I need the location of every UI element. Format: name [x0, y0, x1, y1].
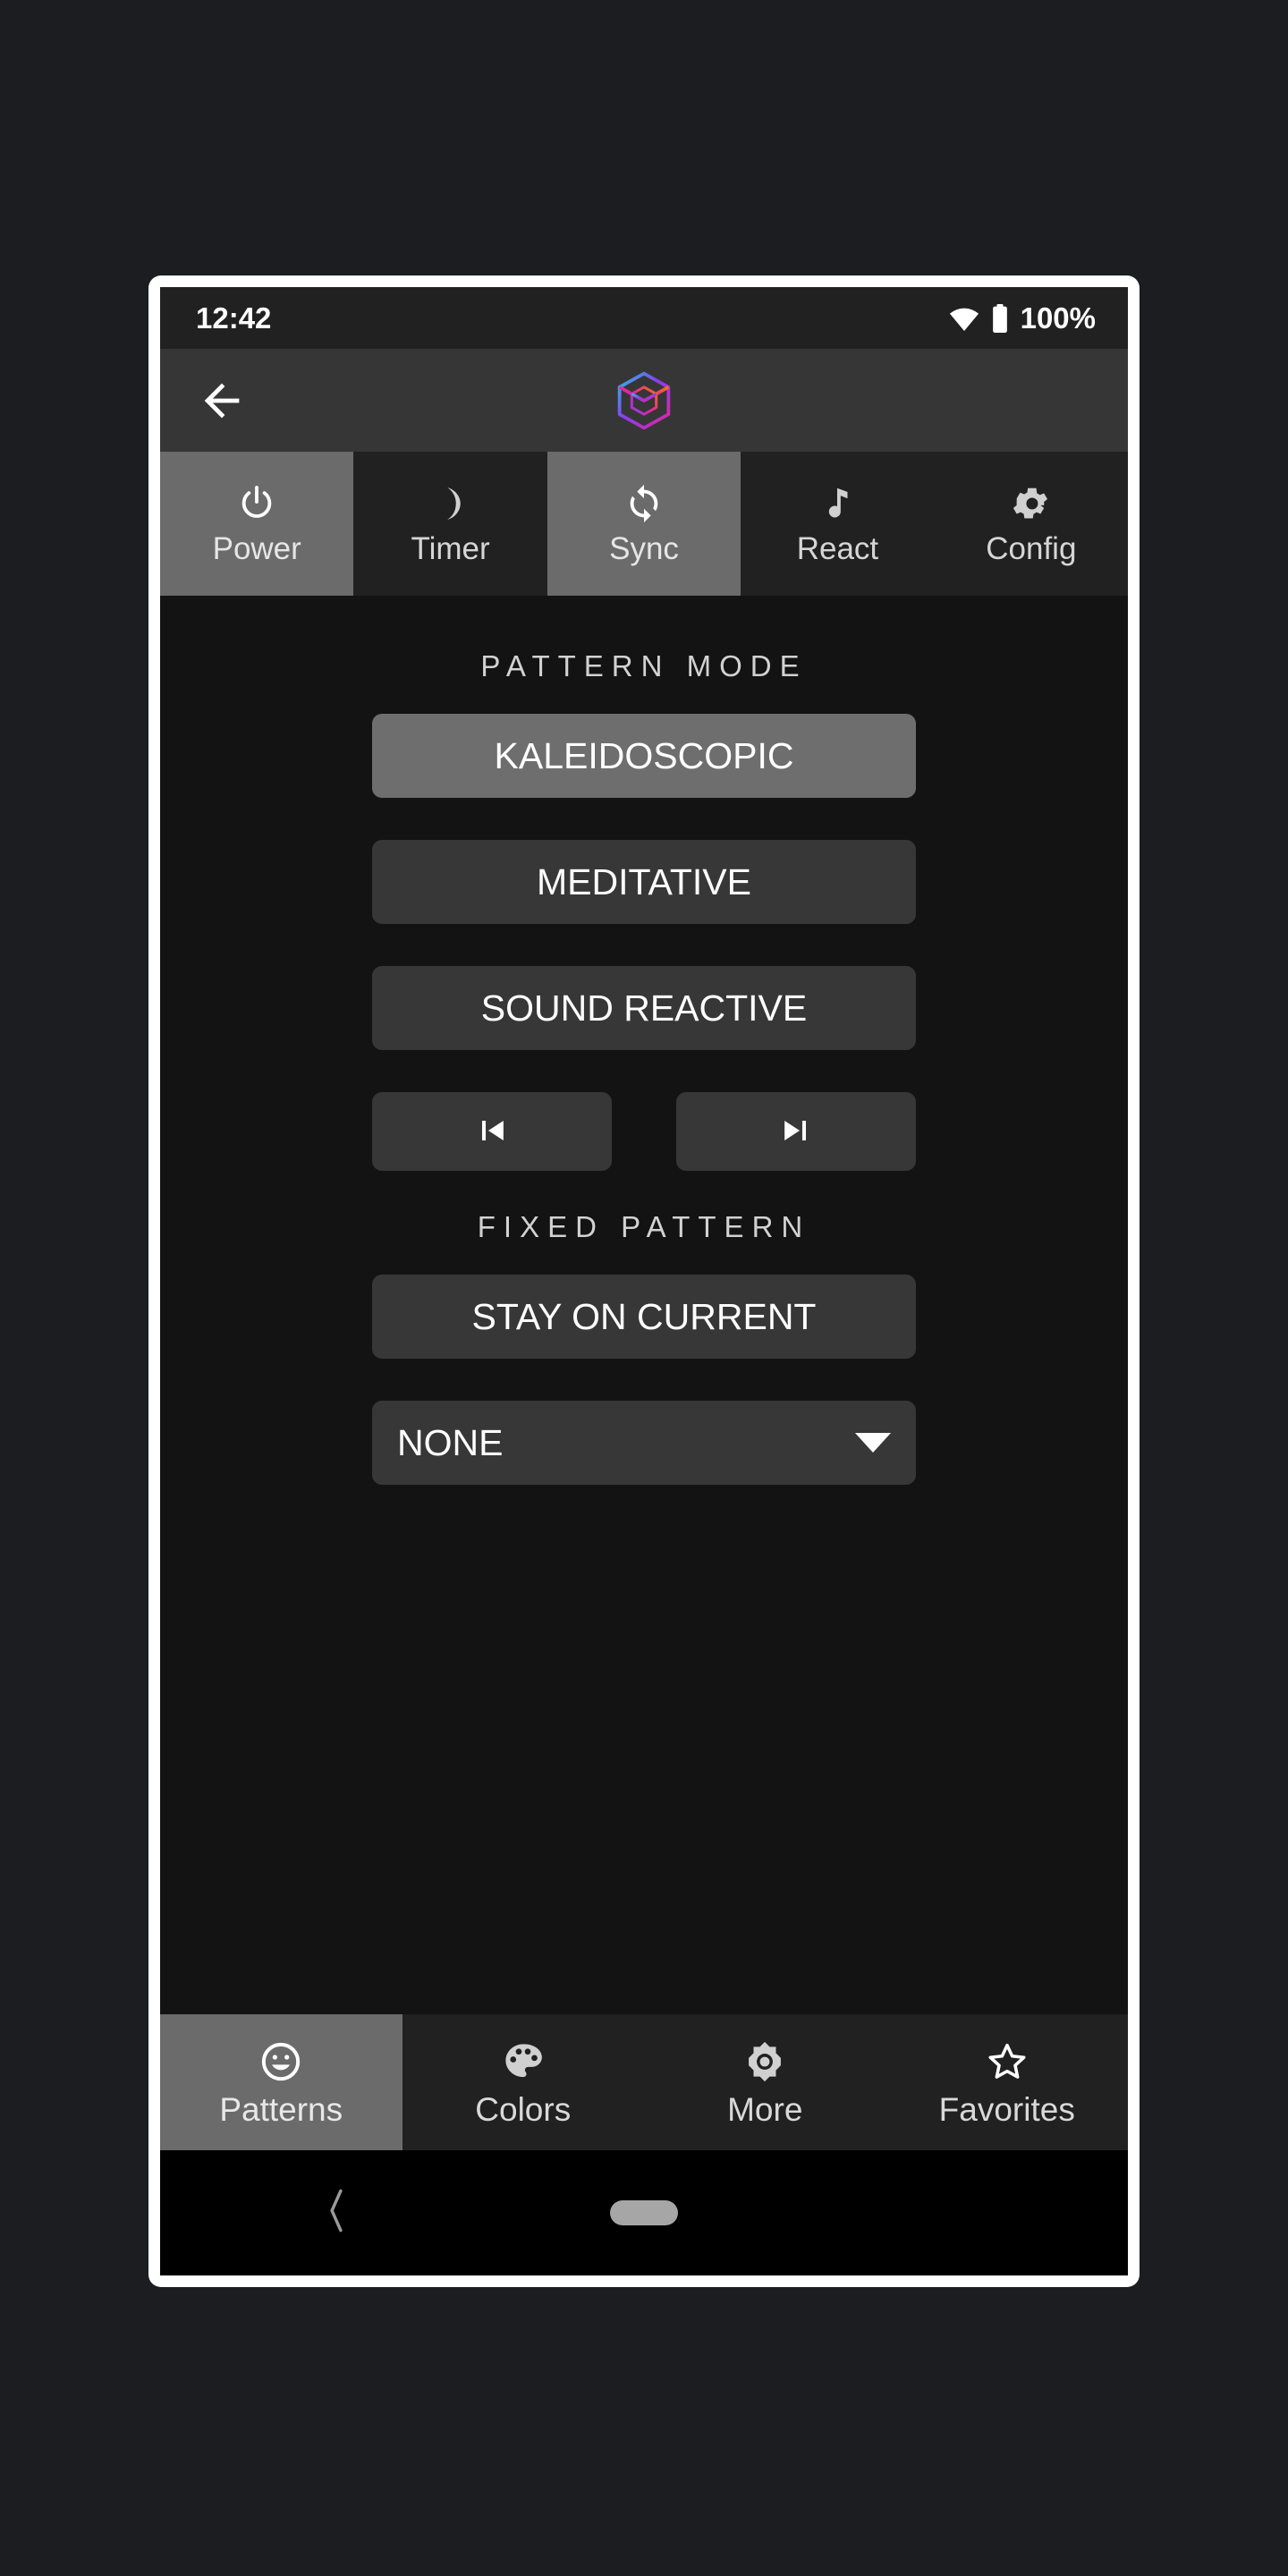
music-note-icon [817, 483, 858, 524]
smiley-face-icon [258, 2039, 303, 2084]
refresh-icon [623, 483, 665, 524]
chevron-down-icon [855, 1433, 891, 1453]
pattern-mode-sound-reactive-button[interactable]: SOUND REACTIVE [372, 966, 916, 1050]
fixed-pattern-select[interactable]: NONE [372, 1401, 916, 1485]
next-pattern-button[interactable] [676, 1092, 916, 1171]
wifi-icon [949, 306, 979, 331]
sun-gear-icon [742, 2039, 787, 2084]
skip-next-icon [776, 1111, 816, 1153]
bottom-nav-label-patterns: Patterns [219, 2090, 343, 2128]
bottom-nav-label-colors: Colors [475, 2090, 572, 2128]
pattern-mode-meditative-button[interactable]: MEDITATIVE [372, 840, 916, 924]
bottom-navigation-bar: Patterns Colors More Favorites [160, 2014, 1128, 2150]
bottom-nav-label-favorites: Favorites [938, 2090, 1075, 2128]
tab-power[interactable]: Power [160, 452, 354, 596]
moon-icon [430, 483, 471, 524]
tab-power-label: Power [212, 531, 301, 566]
bottom-nav-label-more: More [727, 2090, 803, 2128]
status-bar-clock: 12:42 [196, 301, 272, 335]
skip-previous-icon [472, 1111, 512, 1153]
arrow-left-icon[interactable] [196, 375, 248, 427]
battery-percent-label: 100% [1020, 301, 1096, 335]
tab-timer-label: Timer [411, 531, 490, 566]
app-bar [160, 349, 1128, 452]
bottom-nav-item-favorites[interactable]: Favorites [886, 2014, 1128, 2150]
system-navigation-bar [160, 2150, 1128, 2275]
pattern-nav-row [372, 1092, 916, 1171]
status-bar-indicators: 100% [949, 301, 1096, 335]
tab-config-label: Config [986, 531, 1077, 566]
status-bar: 12:42 100% [160, 287, 1128, 349]
fixed-pattern-select-value: NONE [397, 1421, 504, 1463]
cube-logo-icon [610, 367, 678, 435]
phone-screen: 12:42 100% Power Timer Sync React Config… [160, 287, 1128, 2275]
phone-device-frame: 12:42 100% Power Timer Sync React Config… [148, 275, 1140, 2287]
tab-sync[interactable]: Sync [547, 452, 741, 596]
tab-sync-label: Sync [609, 531, 679, 566]
palette-icon [501, 2039, 546, 2084]
star-outline-icon [985, 2039, 1030, 2084]
chevron-left-icon[interactable] [323, 2187, 350, 2240]
pattern-mode-heading: PATTERN MODE [480, 649, 808, 682]
bottom-nav-item-colors[interactable]: Colors [402, 2014, 644, 2150]
stay-on-current-button[interactable]: STAY ON CURRENT [372, 1275, 916, 1359]
power-icon [236, 483, 277, 524]
pattern-mode-kaleidoscopic-button[interactable]: KALEIDOSCOPIC [372, 714, 916, 798]
tab-config[interactable]: Config [934, 452, 1128, 596]
tab-timer[interactable]: Timer [353, 452, 547, 596]
tab-react[interactable]: React [741, 452, 935, 596]
home-pill-icon[interactable] [610, 2200, 678, 2225]
previous-pattern-button[interactable] [372, 1092, 612, 1171]
top-tab-bar: Power Timer Sync React Config [160, 452, 1128, 596]
main-content: PATTERN MODE KALEIDOSCOPIC MEDITATIVE SO… [160, 596, 1128, 2014]
bottom-nav-item-patterns[interactable]: Patterns [160, 2014, 402, 2150]
tab-react-label: React [796, 531, 879, 566]
gear-icon [1011, 483, 1052, 524]
fixed-pattern-heading: FIXED PATTERN [477, 1210, 811, 1243]
screenshot-canvas: 12:42 100% Power Timer Sync React Config… [0, 0, 1288, 2576]
battery-full-icon [992, 303, 1008, 333]
bottom-nav-item-more[interactable]: More [644, 2014, 886, 2150]
